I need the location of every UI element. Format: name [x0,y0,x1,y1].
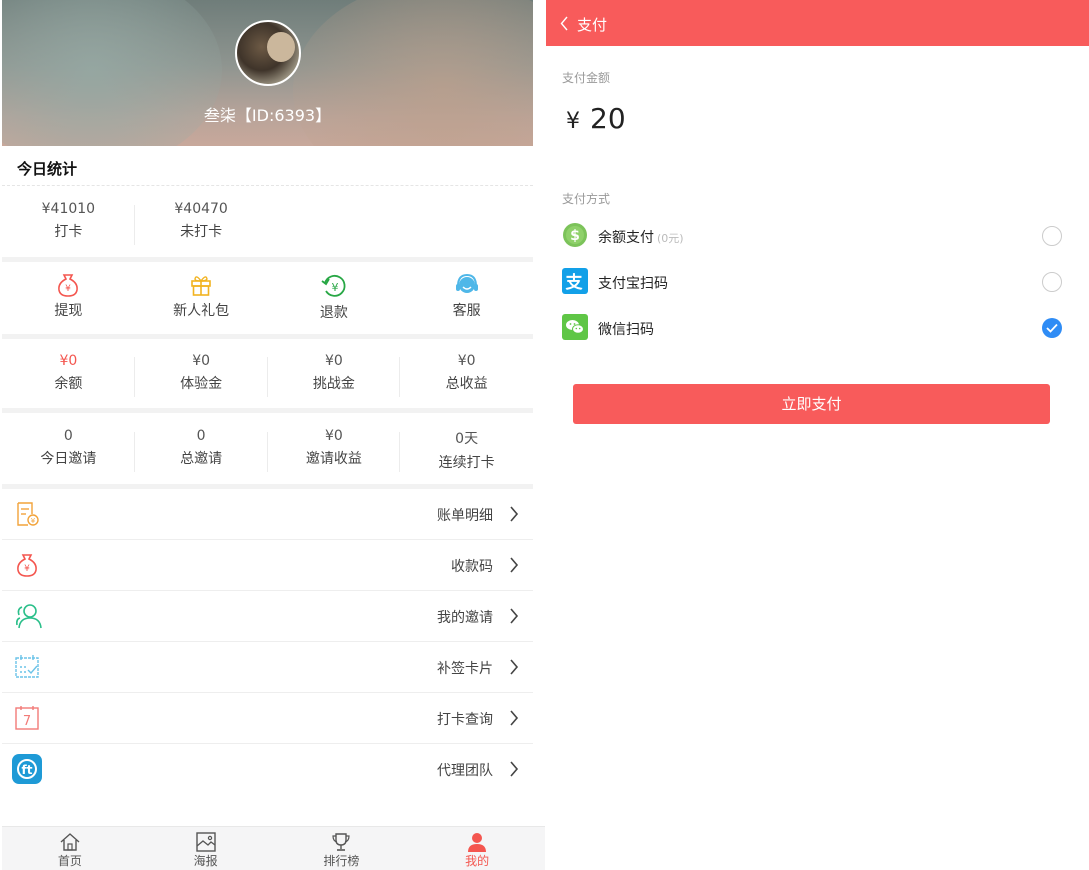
quick-actions: ¥ 提现 新人礼包 ¥ 退款 客服 [2,262,533,334]
new-user-gift-button[interactable]: 新人礼包 [135,262,268,334]
checkmark-icon [1046,323,1058,333]
stat-not-checked-in: ¥40470 未打卡 [174,201,228,240]
menu-item-bill-details[interactable]: ¥ 账单明细 [2,489,533,540]
today-stats-header: 今日统计 [2,146,533,186]
menu-item-makeup-card[interactable]: 补签卡片 [2,642,533,693]
svg-text:ft: ft [22,763,33,777]
svg-text:¥: ¥ [24,564,30,574]
balance-coin-icon: $ [563,223,587,247]
gift-icon [191,276,211,296]
menu-item-my-invites[interactable]: 我的邀请 [2,591,533,642]
payment-amount: ¥20 [566,102,626,135]
home-icon [60,833,80,851]
invite-stats: 0 今日邀请 0 总邀请 ¥0 邀请收益 0天 连续打卡 [2,428,533,472]
radio-alipay[interactable] [1042,272,1062,292]
profile-page: 叁柒【ID:6393】 今日统计 ¥41010 打卡 ¥40470 未打卡 ¥ … [2,0,533,870]
pay-method-balance[interactable]: $ 余额支付 (0元) [562,217,1062,257]
svg-text:7: 7 [23,714,31,729]
total-earnings-item[interactable]: ¥0 总收益 [400,353,533,393]
wechat-icon [562,314,588,340]
chevron-right-icon [510,557,519,573]
svg-text:¥: ¥ [66,284,72,294]
users-icon [16,604,42,629]
pay-method-wechat[interactable]: 微信扫码 [562,309,1062,349]
menu-item-agent-team[interactable]: ft 代理团队 [2,744,533,795]
avatar[interactable] [235,20,301,86]
payment-title: 支付 [577,16,608,34]
tab-poster[interactable]: 海报 [138,827,274,870]
currency-symbol: ¥ [566,109,580,134]
radio-wechat[interactable] [1042,318,1062,338]
balance-note: (0元) [657,232,684,245]
today-stats: ¥41010 打卡 ¥40470 未打卡 [2,201,533,245]
method-label: 支付方式 [562,192,611,206]
trial-fund-item[interactable]: ¥0 体验金 [135,353,268,397]
image-icon [195,832,216,852]
divider [2,334,533,339]
refund-icon: ¥ [321,274,346,297]
headset-icon [455,273,478,293]
challenge-fund-item[interactable]: ¥0 挑战金 [268,353,401,397]
amount-label: 支付金额 [562,71,611,85]
profile-header: 叁柒【ID:6393】 [2,0,533,146]
pay-method-label: 支付宝扫码 [598,276,668,292]
invite-earnings-item[interactable]: ¥0 邀请收益 [268,428,401,472]
trophy-icon [332,833,350,851]
chevron-right-icon [510,506,519,522]
alipay-icon: 支 [562,268,588,294]
svg-text:支: 支 [566,272,584,293]
stat-checked-in: ¥41010 打卡 [2,201,135,245]
menu-list: ¥ 账单明细 ¥ 收款码 我的邀请 补签卡片 7 打卡查询 ft 代理团队 [2,489,533,795]
menu-item-payment-code[interactable]: ¥ 收款码 [2,540,533,591]
tab-leaderboard[interactable]: 排行榜 [274,827,410,870]
calendar-icon: 7 [15,706,39,730]
streak-item[interactable]: 0天 连续打卡 [400,428,533,472]
today-invites-item[interactable]: 0 今日邀请 [2,428,135,472]
pay-method-alipay[interactable]: 支 支付宝扫码 [562,263,1062,303]
back-chevron-icon[interactable] [560,16,569,31]
payment-navbar: 支付 [546,0,1089,46]
chevron-right-icon [510,608,519,624]
total-invites-item[interactable]: 0 总邀请 [135,428,268,472]
menu-item-checkin-query[interactable]: 7 打卡查询 [2,693,533,744]
money-bag-icon: ¥ [17,554,37,577]
chevron-right-icon [510,761,519,777]
chevron-right-icon [510,710,519,726]
tab-home[interactable]: 首页 [2,827,138,870]
bill-icon: ¥ [17,502,39,526]
pay-now-button[interactable]: 立即支付 [573,384,1050,424]
user-icon [468,833,487,852]
svg-text:$: $ [570,228,580,244]
amount-value: 20 [590,102,626,135]
chevron-right-icon [510,659,519,675]
agent-team-icon: ft [12,754,42,784]
divider [2,408,533,413]
today-stats-title: 今日统计 [17,160,78,178]
svg-text:¥: ¥ [331,281,338,294]
profile-name: 叁柒【ID:6393】 [203,106,332,125]
pay-method-label: 微信扫码 [598,322,654,338]
radio-balance[interactable] [1042,226,1062,246]
balance-stats: ¥0 余额 ¥0 体验金 ¥0 挑战金 ¥0 总收益 [2,353,533,397]
balance-item[interactable]: ¥0 余额 [2,353,135,397]
refund-button[interactable]: ¥ 退款 [268,262,401,334]
money-bag-icon: ¥ [58,274,79,297]
pay-method-label: 余额支付 [598,230,654,246]
calendar-check-icon [15,655,39,678]
payment-page: 支付 支付金额 ¥20 支付方式 $ 余额支付 (0元) 支 支付宝扫码 微信扫码… [546,0,1089,870]
bottom-tab-bar: 首页 海报 排行榜 我的 [2,826,545,870]
withdraw-button[interactable]: ¥ 提现 [2,262,135,334]
svg-text:¥: ¥ [31,517,36,525]
tab-mine[interactable]: 我的 [409,827,545,870]
customer-service-button[interactable]: 客服 [400,262,533,334]
